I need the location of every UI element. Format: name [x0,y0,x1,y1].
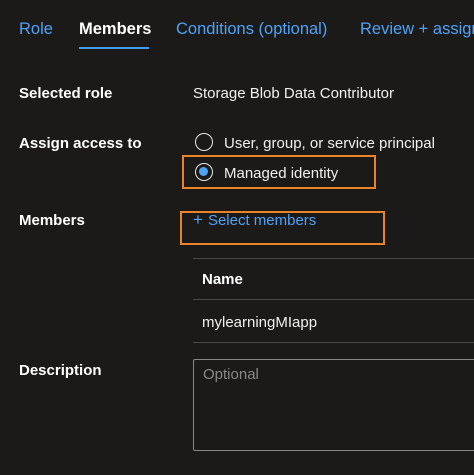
table-row-name-cell: mylearningMIapp [202,314,318,331]
description-label: Description [19,362,102,379]
active-tab-indicator [79,47,149,49]
members-label: Members [19,212,85,229]
description-placeholder: Optional [203,366,259,383]
select-members-highlight [180,211,385,245]
tab-bar: Role Members Conditions (optional) Revie… [0,0,474,50]
table-column-header-name: Name [202,271,243,288]
selected-role-label: Selected role [19,85,113,102]
radio-user-group-sp[interactable] [195,133,213,151]
description-field[interactable]: Optional [193,359,474,451]
radio-user-group-sp-label[interactable]: User, group, or service principal [224,135,435,152]
table-bottom-divider [193,342,474,343]
selected-role-value: Storage Blob Data Contributor [193,85,394,102]
assign-access-label: Assign access to [19,135,142,152]
tab-conditions[interactable]: Conditions (optional) [176,20,327,39]
table-top-divider [193,258,474,259]
tab-review-assign[interactable]: Review + assign [360,20,474,39]
table-header-divider [193,299,474,300]
tab-members[interactable]: Members [79,20,151,39]
tab-role[interactable]: Role [19,20,53,39]
managed-identity-highlight [182,155,376,189]
